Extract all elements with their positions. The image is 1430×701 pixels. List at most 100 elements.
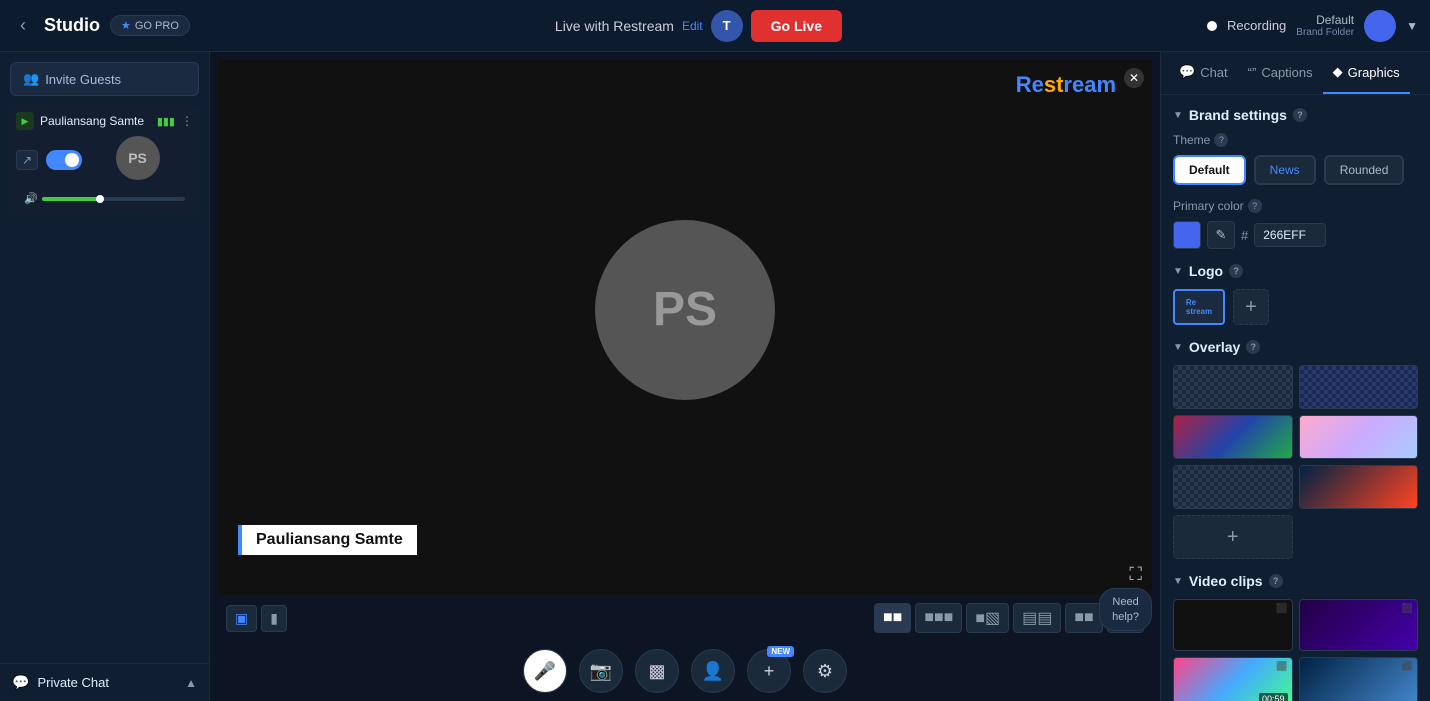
recording-label: Recording [1227,18,1286,33]
video-clip-2[interactable]: 00:59⬛ [1173,657,1293,701]
name-tag: Pauliansang Samte [238,525,417,555]
theme-news-button[interactable]: News [1254,155,1316,185]
logo-collapse-icon: ▼ [1173,266,1183,277]
layout-5-button[interactable]: ■■ [1065,603,1102,633]
theme-rounded-button[interactable]: Rounded [1324,155,1405,185]
layout-2-button[interactable]: ■■■ [915,603,962,633]
primary-color-label: Primary color ? [1173,199,1418,213]
logo-ream: ream [1063,72,1116,97]
theme-info-icon[interactable]: ? [1214,133,1228,147]
desktop-view-button[interactable]: ▣ [226,605,257,632]
collapse-icon: ▼ [1173,110,1183,121]
go-live-button[interactable]: Go Live [751,10,842,42]
video-clips-grid: ⬛⬛00:59⬛⬛⬛⬛00:23⬛00:59⬛00:29⬛⬛00:38⬛⬛ [1173,599,1418,701]
brand-settings-info-icon[interactable]: ? [1293,108,1307,122]
guest-item: ▶ Pauliansang Samte ▮▮▮ ⋮ ↗ PS 🔊 [8,106,201,215]
close-overlay-button[interactable]: ✕ [1124,68,1144,88]
add-logo-button[interactable]: + [1233,289,1269,325]
video-clips-collapse-icon: ▼ [1173,576,1183,587]
need-help-button[interactable]: Needhelp? [1099,588,1152,631]
overlay-info-icon[interactable]: ? [1246,340,1260,354]
video-clips-label: Video clips [1189,573,1263,589]
volume-bar: 🔊 [16,188,193,209]
tab-chat[interactable]: 💬 Chat [1169,52,1238,94]
live-title: Live with Restream [555,18,674,34]
captions-icon: “” [1248,65,1257,80]
color-row: ✎ # [1173,221,1418,249]
private-chat-label: Private Chat [37,675,109,690]
app-title: Studio [44,15,100,36]
video-clip-3[interactable]: ⬛ [1299,657,1419,701]
video-clip-0[interactable]: ⬛ [1173,599,1293,651]
volume-track[interactable] [42,197,185,201]
volume-handle[interactable] [96,195,104,203]
logo-label: Logo [1189,263,1223,279]
screen-share-button[interactable]: ▩ [635,649,679,693]
overlay-header[interactable]: ▼ Overlay ? [1173,339,1418,355]
overlay-thumb-5[interactable] [1173,465,1293,509]
go-pro-label: GO PRO [135,20,179,32]
overlay-thumb-4[interactable] [1299,415,1419,459]
add-button[interactable]: + NEW [747,649,791,693]
left-panel: 👥 Invite Guests ▶ Pauliansang Samte ▮▮▮ … [0,52,210,701]
guest-toggle[interactable] [46,150,82,170]
main-layout: 👥 Invite Guests ▶ Pauliansang Samte ▮▮▮ … [0,52,1430,701]
new-badge: NEW [767,646,794,657]
main-avatar: PS [595,220,775,400]
right-content: ▼ Brand settings ? Theme ? Default News … [1161,95,1430,701]
color-edit-button[interactable]: ✎ [1207,221,1235,249]
mobile-view-button[interactable]: ▮ [261,605,287,632]
microphone-icon: 🎤 [534,661,556,682]
invite-guests-button[interactable]: 👥 Invite Guests [10,62,199,96]
color-hex-input[interactable] [1254,223,1326,247]
canvas-area: Restream ✕ PS Pauliansang Samte ⛶ [218,60,1152,595]
more-icon[interactable]: ⋮ [181,114,193,128]
overlay-thumb-1[interactable] [1173,365,1293,409]
tab-captions[interactable]: “” Captions [1238,53,1323,94]
edit-button[interactable]: Edit [682,19,703,33]
overlay-thumb-2[interactable] [1299,365,1419,409]
brand-settings-header[interactable]: ▼ Brand settings ? [1173,107,1418,123]
add-guest-button[interactable]: 👤 [691,649,735,693]
layout-4-button[interactable]: ▤▤ [1013,603,1061,633]
microphone-button[interactable]: 🎤 [523,649,567,693]
fullscreen-button[interactable]: ⛶ [1129,564,1142,585]
color-swatch[interactable] [1173,221,1201,249]
overlay-thumb-3[interactable] [1173,415,1293,459]
recording-indicator [1207,21,1217,31]
overlay-thumb-6[interactable] [1299,465,1419,509]
chat-icon: 💬 [12,674,29,691]
brand-button[interactable] [1364,10,1396,42]
camera-button[interactable]: 📷 [579,649,623,693]
theme-default-button[interactable]: Default [1173,155,1246,185]
dropdown-arrow-icon[interactable]: ▼ [1406,19,1418,33]
restream-logo: Restream [1016,72,1116,98]
settings-button[interactable]: ⚙ [803,649,847,693]
user-avatar: T [711,10,743,42]
add-overlay-button[interactable]: + [1173,515,1293,559]
expand-button[interactable]: ↗ [16,150,38,170]
back-button[interactable]: ‹ [12,11,34,40]
layout-1-button[interactable]: ■■ [874,603,911,633]
default-label: Default [1296,13,1354,27]
logo-info-icon[interactable]: ? [1229,264,1243,278]
private-chat-bar[interactable]: 💬 Private Chat ▲ [0,663,209,701]
logo-thumbnail[interactable]: Restream [1173,289,1225,325]
header-left: ‹ Studio ★ GO PRO [12,11,190,40]
primary-color-info-icon[interactable]: ? [1248,199,1262,213]
video-clip-1[interactable]: ⬛ [1299,599,1419,651]
tab-graphics[interactable]: ◆ Graphics [1323,52,1410,94]
brand-info: Default Brand Folder [1296,13,1354,38]
center-panel: Restream ✕ PS Pauliansang Samte ⛶ ▣ ▮ ■■… [210,52,1160,701]
logo-header[interactable]: ▼ Logo ? [1173,263,1418,279]
brand-settings-label: Brand settings [1189,107,1287,123]
volume-icon: 🔊 [24,192,38,205]
video-clips-info-icon[interactable]: ? [1269,574,1283,588]
theme-options: Default News Rounded [1173,155,1418,185]
layout-3-button[interactable]: ■▧ [966,603,1009,633]
chevron-up-icon: ▲ [185,676,197,690]
go-pro-badge[interactable]: ★ GO PRO [110,15,190,36]
video-clips-header[interactable]: ▼ Video clips ? [1173,573,1418,589]
overlay-label: Overlay [1189,339,1240,355]
add-person-icon: 👤 [702,661,724,682]
